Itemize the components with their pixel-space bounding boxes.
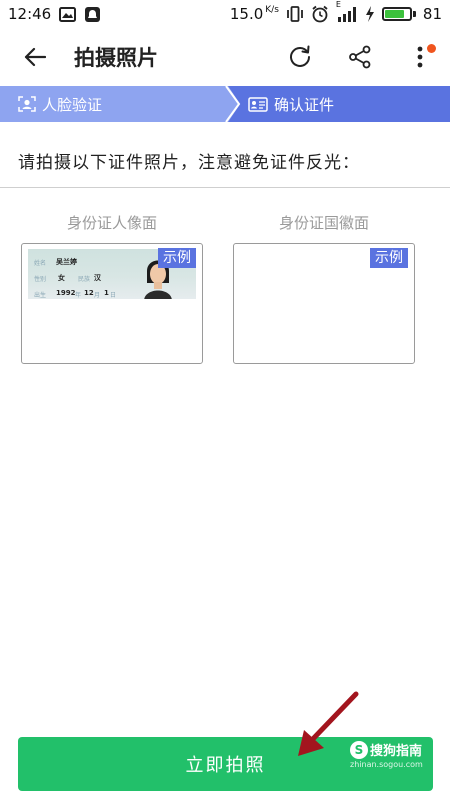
- card-title: 身份证人像面: [66, 214, 157, 232]
- back-button[interactable]: [0, 28, 70, 86]
- step-label: 确认证件: [274, 95, 335, 114]
- id-front-card: 身份证人像面 姓名 吴兰婷 性别 女 民族 汉 出生 1992 年 12 月 1…: [21, 212, 203, 364]
- image-notification-icon: [59, 6, 77, 22]
- divider: [0, 187, 450, 188]
- battery-icon: [381, 7, 416, 21]
- face-scan-icon: [18, 96, 36, 112]
- battery-fill: [384, 10, 405, 18]
- alarm-icon: [311, 5, 329, 23]
- back-arrow-icon: [24, 47, 46, 67]
- vibrate-icon: [286, 6, 304, 22]
- step-face-verification: 人脸验证: [18, 86, 102, 122]
- charging-icon: [365, 6, 375, 22]
- signal-icon: E: [336, 0, 358, 22]
- page-title: 拍摄照片: [74, 46, 158, 70]
- status-time: 12:46: [8, 5, 52, 23]
- more-button[interactable]: [390, 28, 450, 86]
- share-button[interactable]: [330, 28, 390, 86]
- app-bar: 拍摄照片: [0, 28, 450, 86]
- more-icon: [417, 46, 423, 68]
- status-bar: 12:46 15.0 K/s E 81: [0, 0, 450, 28]
- instruction-text: 请拍摄以下证件照片，注意避免证件反光：: [18, 153, 360, 173]
- notification-dot: [427, 44, 436, 53]
- id-card-icon: [248, 96, 268, 112]
- chat-notification-icon: [84, 6, 101, 23]
- refresh-icon: [290, 45, 310, 67]
- step-confirm-id: 确认证件: [248, 86, 334, 122]
- battery-percent: 81: [422, 5, 442, 23]
- id-front-upload-box[interactable]: 姓名 吴兰婷 性别 女 民族 汉 出生 1992 年 12 月 1 日 示例: [21, 243, 203, 364]
- share-icon: [349, 45, 371, 69]
- example-tag: 示例: [370, 248, 408, 268]
- id-back-card: 身份证国徽面 示例: [233, 212, 415, 364]
- example-tag: 示例: [158, 248, 196, 268]
- take-photo-button[interactable]: 立即拍照: [18, 737, 433, 791]
- step-label: 人脸验证: [42, 95, 103, 114]
- id-back-upload-box[interactable]: 示例: [233, 243, 415, 364]
- refresh-button[interactable]: [270, 28, 330, 86]
- step-progress-bar: 人脸验证 确认证件: [0, 86, 450, 122]
- network-speed: 15.0 K/s: [229, 5, 279, 23]
- card-title: 身份证国徽面: [278, 214, 369, 232]
